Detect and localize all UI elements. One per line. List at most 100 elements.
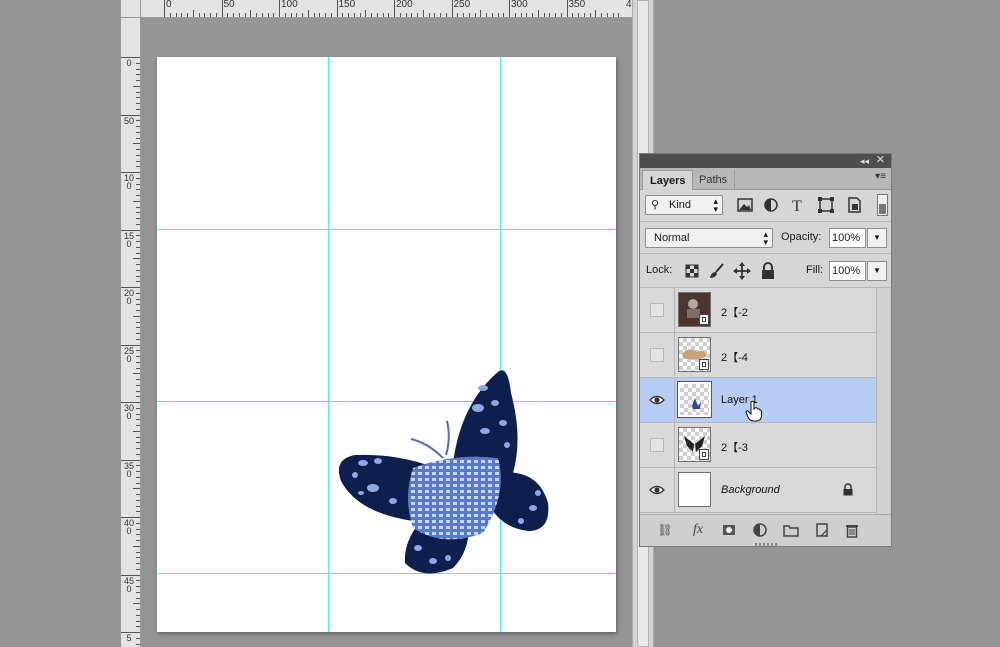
ruler-tick xyxy=(405,13,407,17)
ruler-tick xyxy=(136,448,140,449)
ruler-tick xyxy=(204,13,206,17)
layer-thumbnail[interactable] xyxy=(678,337,711,372)
guide-vertical[interactable] xyxy=(328,57,329,632)
layer-thumbnail[interactable] xyxy=(677,381,712,418)
ruler-tick xyxy=(136,97,140,99)
pixel-layer-filter-icon[interactable] xyxy=(735,196,755,214)
ruler-tick xyxy=(136,534,140,536)
lock-transparent-pixels-icon[interactable] xyxy=(683,262,701,280)
close-icon[interactable]: ✕ xyxy=(876,154,885,167)
layer-row[interactable]: 2【-2 xyxy=(640,288,876,333)
ruler-tick xyxy=(133,258,140,260)
folder-icon[interactable] xyxy=(782,521,800,539)
ruler-tick xyxy=(136,471,140,472)
adjustment-layer-filter-icon[interactable] xyxy=(761,196,781,214)
ruler-tick xyxy=(572,13,574,17)
ruler-tick xyxy=(520,13,522,17)
ruler-tick xyxy=(136,120,140,122)
panel-titlebar[interactable]: ◂◂ ✕ xyxy=(640,154,891,168)
tab-paths[interactable]: Paths xyxy=(692,170,736,190)
ruler-origin[interactable] xyxy=(121,0,141,18)
ruler-tick xyxy=(256,13,257,17)
vertical-ruler[interactable]: 0 50 100 150 200 250 300 350 400 450 5 xyxy=(121,18,141,647)
visibility-toggle[interactable] xyxy=(650,303,664,317)
fx-icon[interactable]: fx xyxy=(689,521,707,539)
ruler-tick xyxy=(133,200,140,202)
ruler-tick xyxy=(394,0,395,17)
blend-mode-select[interactable]: Normal ▴ ▾ xyxy=(645,228,773,248)
document-canvas[interactable] xyxy=(157,57,616,632)
opacity-input[interactable]: 100% xyxy=(829,228,866,248)
filter-row: ⚲ Kind ▴ ▾ T xyxy=(640,190,891,222)
layer-name[interactable]: 2【-3 xyxy=(721,439,748,455)
ruler-tick xyxy=(136,591,140,593)
ruler-tick xyxy=(136,384,140,386)
fill-input[interactable]: 100% xyxy=(829,261,866,281)
fill-label: Fill: xyxy=(806,264,824,276)
layer-row[interactable]: 2【-3 xyxy=(640,423,876,468)
tab-layers[interactable]: Layers xyxy=(642,170,694,190)
link-layers-icon[interactable]: ⛓ xyxy=(656,521,674,539)
ruler-label: 350 xyxy=(568,0,586,10)
layer-name[interactable]: 2【-4 xyxy=(721,349,748,365)
collapse-icon[interactable]: ◂◂ xyxy=(860,155,869,167)
ruler-tick xyxy=(136,586,140,587)
ruler-tick xyxy=(445,13,447,17)
smart-object-icon xyxy=(699,314,709,325)
ruler-tick xyxy=(468,13,470,17)
smart-object-filter-icon[interactable] xyxy=(844,196,864,214)
lock-label: Lock: xyxy=(646,264,673,276)
new-layer-icon[interactable] xyxy=(813,521,831,539)
ruler-tick xyxy=(192,10,194,17)
resize-grip[interactable] xyxy=(755,543,777,546)
ruler-tick xyxy=(618,13,620,17)
ruler-tick xyxy=(313,13,315,17)
ruler-tick xyxy=(133,315,140,317)
lock-image-pixels-icon[interactable] xyxy=(708,262,726,280)
layer-name[interactable]: 2【-2 xyxy=(721,304,748,320)
visibility-toggle[interactable] xyxy=(650,438,664,452)
horizontal-ruler[interactable]: 05010015020025030035040 xyxy=(141,0,632,18)
ruler-tick xyxy=(612,13,614,17)
panel-menu-icon[interactable]: ▾≡ xyxy=(875,171,886,182)
ruler-tick xyxy=(549,13,551,17)
layer-name[interactable]: Background xyxy=(721,484,780,496)
adjustment-layer-icon[interactable] xyxy=(751,521,769,539)
lock-all-icon[interactable] xyxy=(759,262,777,280)
ruler-tick xyxy=(244,13,246,17)
fill-dropdown-button[interactable]: ▼ xyxy=(867,261,887,281)
ruler-tick xyxy=(365,10,367,17)
ruler-tick xyxy=(136,241,140,242)
layer-thumbnail[interactable] xyxy=(678,472,711,507)
lock-position-icon[interactable] xyxy=(733,262,751,280)
ruler-label: 250 xyxy=(124,345,135,364)
filter-toggle-switch[interactable] xyxy=(877,194,888,216)
guide-horizontal[interactable] xyxy=(157,229,616,230)
ruler-tick xyxy=(133,85,140,87)
opacity-dropdown-button[interactable]: ▼ xyxy=(867,228,887,248)
visibility-toggle[interactable] xyxy=(650,348,664,362)
filter-kind-select[interactable]: ⚲ Kind ▴ ▾ xyxy=(645,195,723,215)
layer-thumbnail[interactable] xyxy=(678,427,711,462)
ruler-tick xyxy=(136,246,140,248)
ruler-tick xyxy=(136,281,140,283)
eye-icon[interactable] xyxy=(649,392,665,408)
ruler-tick xyxy=(136,522,140,524)
layer-list-scrollbar[interactable] xyxy=(876,288,891,514)
shape-layer-filter-icon[interactable] xyxy=(816,196,836,214)
ruler-tick xyxy=(136,160,140,162)
ruler-tick xyxy=(480,10,482,17)
trash-icon[interactable] xyxy=(843,521,861,539)
add-mask-icon[interactable] xyxy=(720,521,738,539)
eye-icon[interactable] xyxy=(649,482,665,498)
ruler-tick xyxy=(136,580,140,582)
layer-row[interactable]: 2【-4 xyxy=(640,333,876,378)
panel-footer: ⛓ fx xyxy=(640,514,891,546)
layer-thumbnail[interactable] xyxy=(678,292,711,327)
ruler-tick xyxy=(136,505,140,507)
layer-row[interactable]: Background xyxy=(640,468,876,513)
ruler-tick xyxy=(136,482,140,484)
type-layer-filter-icon[interactable]: T xyxy=(789,196,809,214)
ruler-tick xyxy=(136,131,140,133)
ruler-tick xyxy=(601,13,602,17)
